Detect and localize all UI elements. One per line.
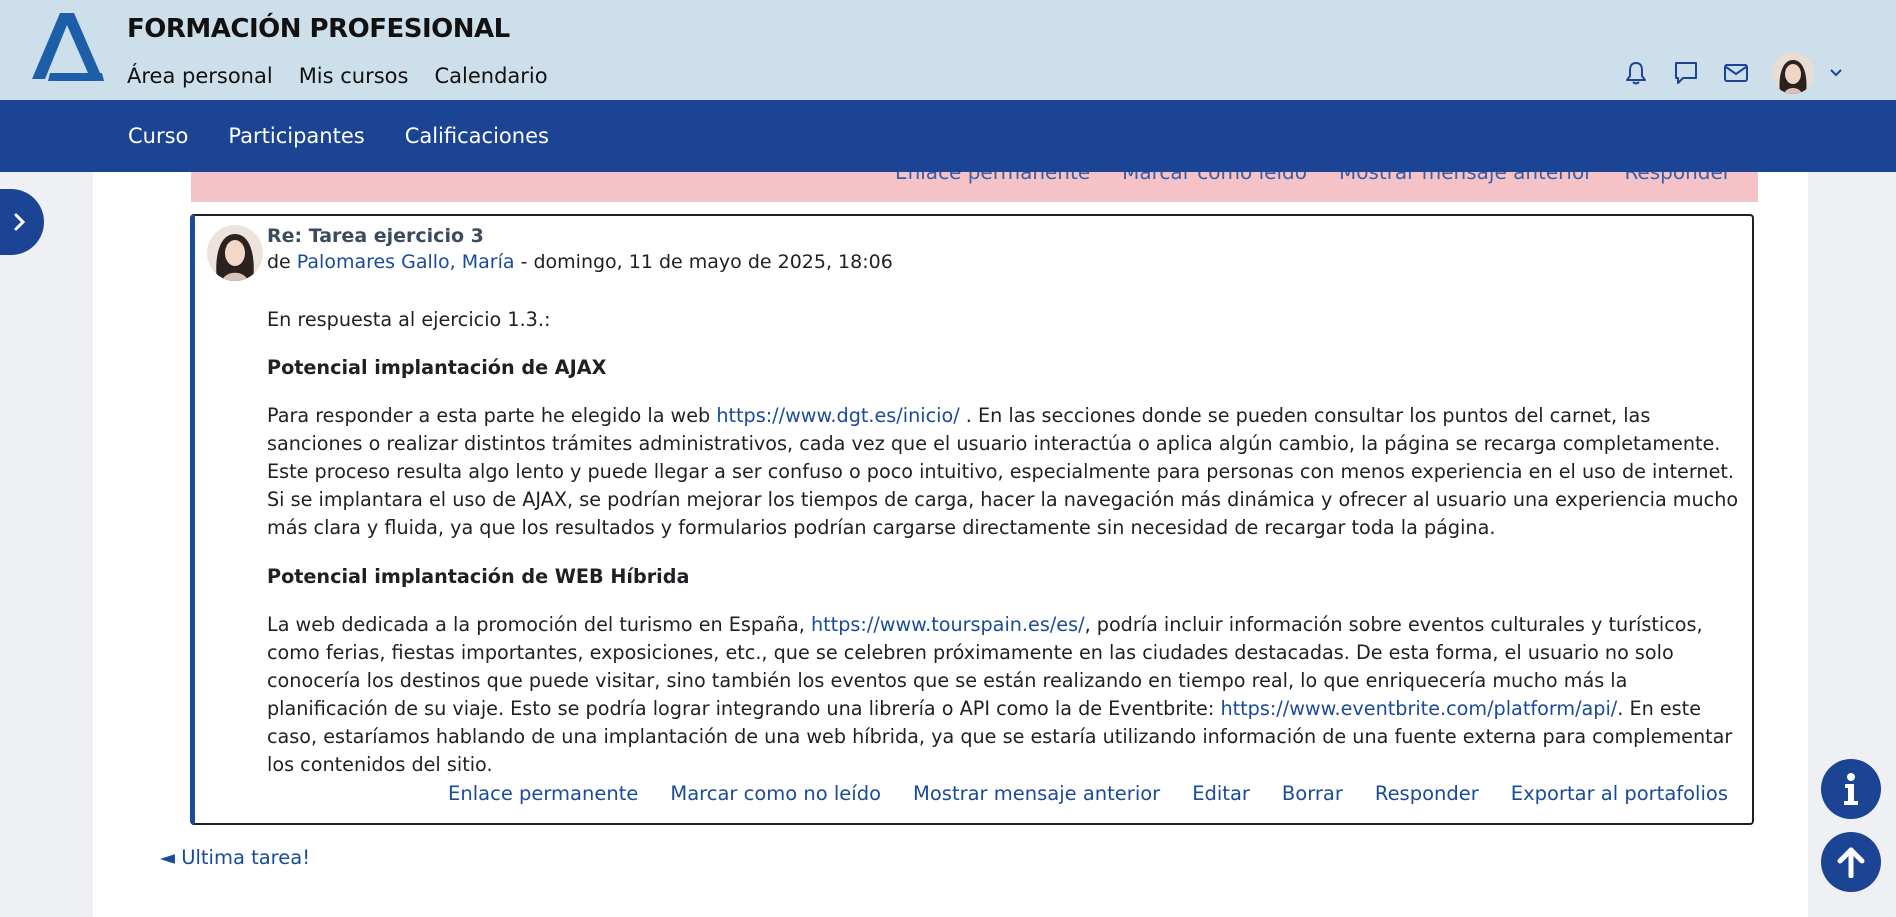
user-menu-icons	[1622, 52, 1850, 94]
info-button[interactable]	[1821, 759, 1881, 819]
author-avatar[interactable]	[207, 225, 263, 281]
site-title[interactable]: FORMACIÓN PROFESIONAL	[127, 14, 510, 44]
previous-post-footer: Enlace permanente Marcar como leído Most…	[191, 172, 1758, 202]
post-content: En respuesta al ejercicio 1.3.: Potencia…	[267, 306, 1742, 800]
reply-link[interactable]: Responder	[1375, 782, 1479, 805]
chevron-down-icon[interactable]	[1822, 59, 1850, 87]
section-heading-hybrid: Potencial implantación de WEB Híbrida	[267, 565, 690, 588]
permalink-link[interactable]: Enlace permanente	[448, 782, 638, 805]
section-paragraph-hybrid: La web dedicada a la promoción del turis…	[267, 613, 1733, 776]
arrow-up-icon	[1837, 847, 1865, 878]
mail-icon[interactable]	[1722, 59, 1750, 87]
show-parent-link[interactable]: Mostrar mensaje anterior	[913, 782, 1160, 805]
back-to-top-button[interactable]	[1821, 832, 1881, 892]
nav-area-personal[interactable]: Área personal	[127, 64, 273, 88]
delete-link[interactable]: Borrar	[1282, 782, 1343, 805]
primary-nav: Área personal Mis cursos Calendario	[127, 64, 548, 88]
mark-unread-link[interactable]: Marcar como no leído	[670, 782, 881, 805]
author-link[interactable]: Palomares Gallo, María	[297, 251, 515, 273]
export-portfolio-link[interactable]: Exportar al portafolios	[1511, 782, 1728, 805]
tab-calificaciones[interactable]: Calificaciones	[405, 124, 549, 148]
prev-show-parent-link[interactable]: Mostrar mensaje anterior	[1339, 172, 1593, 184]
byline-separator: -	[514, 251, 534, 273]
bell-icon[interactable]	[1622, 59, 1650, 87]
chat-icon[interactable]	[1672, 59, 1700, 87]
prev-reply-link[interactable]: Responder	[1624, 172, 1731, 184]
section-paragraph-ajax: Para responder a esta parte he elegido l…	[267, 404, 1739, 539]
post-actions: Enlace permanente Marcar como no leído M…	[448, 782, 1728, 805]
top-navbar: FORMACIÓN PROFESIONAL Área personal Mis …	[0, 0, 1896, 100]
chevron-right-icon	[14, 213, 26, 231]
post-date: domingo, 11 de mayo de 2025, 18:06	[533, 251, 893, 273]
previous-discussion-link[interactable]: ◄ Ultima tarea!	[160, 846, 310, 869]
eventbrite-link[interactable]: https://www.eventbrite.com/platform/api/	[1220, 697, 1617, 720]
info-icon	[1844, 773, 1858, 805]
forum-post: Re: Tarea ejercicio 3 de Palomares Gallo…	[190, 214, 1754, 825]
post-subject: Re: Tarea ejercicio 3	[267, 225, 484, 247]
dgt-link[interactable]: https://www.dgt.es/inicio/	[716, 404, 959, 427]
open-drawer-button[interactable]	[0, 189, 44, 255]
nav-calendario[interactable]: Calendario	[434, 64, 547, 88]
tourspain-link[interactable]: https://www.tourspain.es/es/	[811, 613, 1085, 636]
post-byline: de Palomares Gallo, María - domingo, 11 …	[267, 251, 893, 273]
section-heading-ajax: Potencial implantación de AJAX	[267, 356, 607, 379]
post-intro: En respuesta al ejercicio 1.3.:	[267, 308, 551, 331]
tab-curso[interactable]: Curso	[128, 124, 188, 148]
nav-mis-cursos[interactable]: Mis cursos	[299, 64, 409, 88]
course-navbar: Curso Participantes Calificaciones	[0, 100, 1896, 172]
tab-participantes[interactable]: Participantes	[228, 124, 364, 148]
byline-prefix: de	[267, 251, 297, 273]
prev-mark-read-link[interactable]: Marcar como leído	[1122, 172, 1307, 184]
avatar[interactable]	[1772, 52, 1814, 94]
prev-permalink-link[interactable]: Enlace permanente	[895, 172, 1090, 184]
site-logo[interactable]	[30, 11, 106, 81]
edit-link[interactable]: Editar	[1192, 782, 1250, 805]
